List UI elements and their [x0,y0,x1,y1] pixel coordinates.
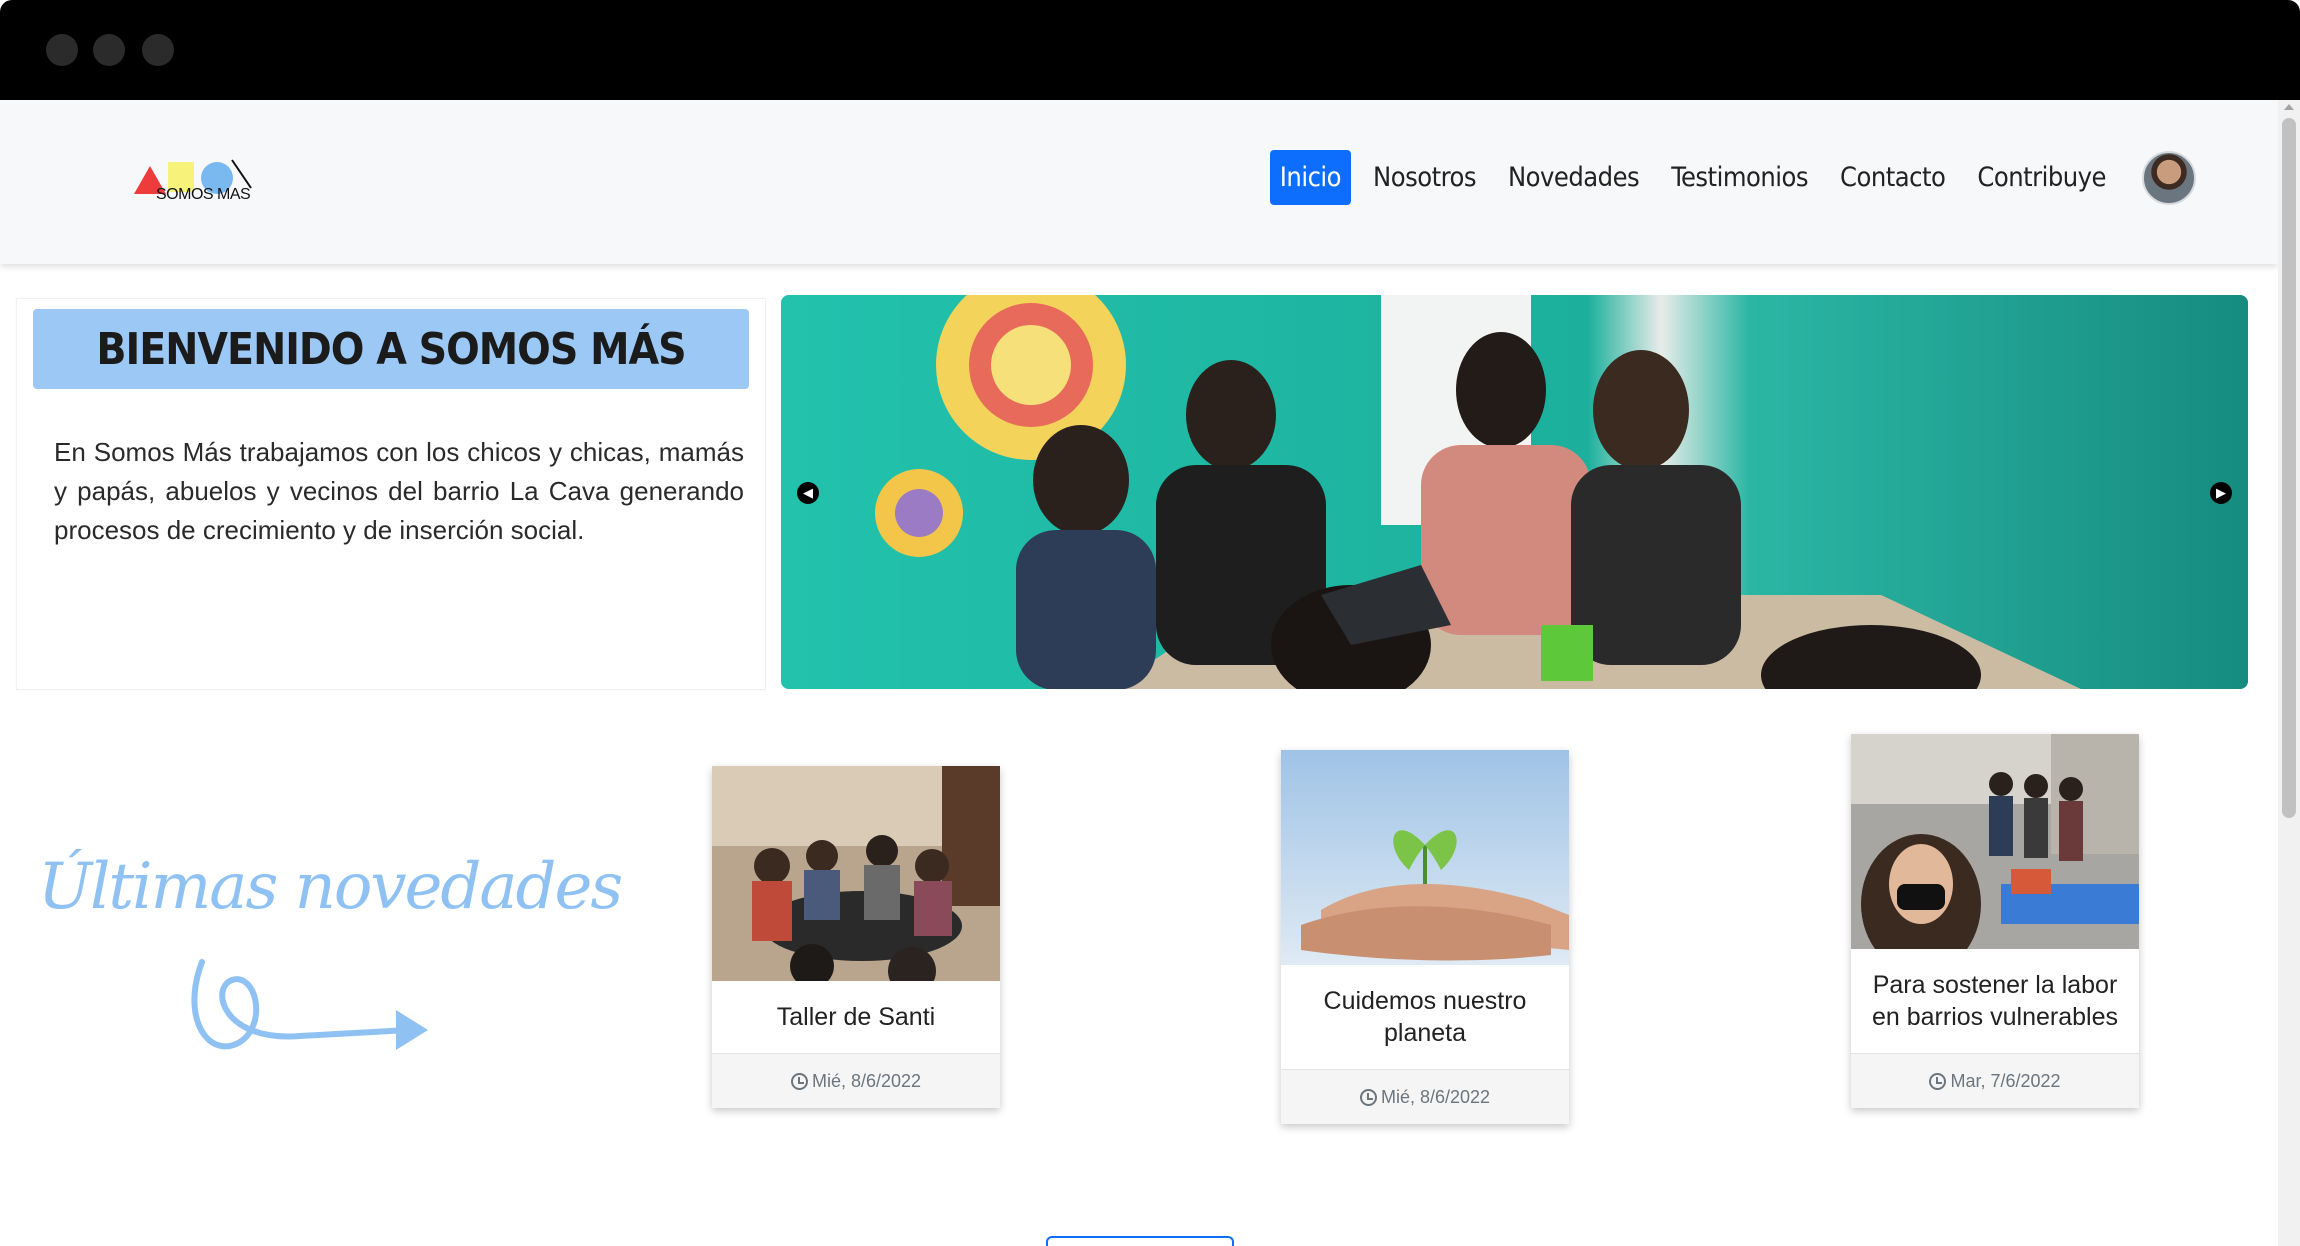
window-close-button[interactable] [46,34,78,66]
window-maximize-button[interactable] [142,34,174,66]
nav-item-contribuye[interactable]: Contribuye [1967,150,2116,205]
news-card-title: Taller de Santi [776,1003,936,1031]
news-card[interactable]: Taller de Santi Mié, 8/6/2022 [712,766,1000,1108]
page-scrollbar[interactable] [2278,100,2300,1246]
news-card-date: Mié, 8/6/2022 [1380,1086,1491,1107]
news-card-title: Para sostener la labor en barrios vulner… [1872,971,2118,1031]
news-card-footer: Mar, 7/6/2022 [1851,1053,2139,1108]
carousel-photo [781,295,2248,689]
nav-item-novedades[interactable]: Novedades [1498,150,1649,205]
curly-arrow-icon [191,959,428,1050]
logo-text: SOMOS MAS [156,186,251,203]
news-card-date: Mar, 7/6/2022 [1950,1070,2061,1091]
logo-shapes-icon [134,159,252,194]
nav-item-nosotros[interactable]: Nosotros [1363,150,1486,205]
news-card-footer: Mié, 8/6/2022 [1281,1069,1569,1124]
clock-icon [1929,1072,1947,1090]
carousel-prev-icon[interactable]: ◀ [797,482,819,504]
clock-icon [1359,1088,1377,1106]
news-card-date: Mié, 8/6/2022 [811,1070,922,1091]
news-card[interactable]: Cuidemos nuestro planeta Mié, 8/6/2022 [1281,750,1569,1124]
news-card-footer: Mié, 8/6/2022 [712,1053,1000,1108]
nav-item-inicio[interactable]: Inicio [1269,150,1352,205]
main-nav: Inicio Nosotros Novedades Testimonios Co… [1264,150,2196,205]
welcome-card: BIENVENIDO A SOMOS MÁS En Somos Más trab… [16,298,766,690]
user-avatar[interactable] [2142,150,2196,205]
news-card-image [1851,734,2139,949]
welcome-title: BIENVENIDO A SOMOS MÁS [33,309,749,389]
welcome-text: En Somos Más trabajamos con los chicos y… [54,437,744,545]
news-heading: Últimas novedades [38,850,623,924]
news-card[interactable]: Para sostener la labor en barrios vulner… [1851,734,2139,1108]
news-card-title: Cuidemos nuestro planeta [1323,987,1527,1047]
clock-icon [790,1072,808,1090]
scroll-up-icon[interactable] [2284,104,2294,110]
scroll-thumb[interactable] [2282,118,2296,818]
hero-carousel[interactable]: ◀ ▶ [781,295,2248,689]
brand-logo[interactable]: SOMOS MAS [128,150,258,220]
nav-item-testimonios[interactable]: Testimonios [1661,150,1818,205]
news-card-image [712,766,1000,981]
more-news-button[interactable] [1046,1236,1234,1246]
carousel-next-icon[interactable]: ▶ [2210,482,2232,504]
news-card-image [1281,750,1569,965]
window-minimize-button[interactable] [93,34,125,66]
nav-item-contacto[interactable]: Contacto [1830,150,1955,205]
window-titlebar [0,0,2300,100]
navbar: SOMOS MAS Inicio Nosotros Novedades Test… [0,100,2278,264]
